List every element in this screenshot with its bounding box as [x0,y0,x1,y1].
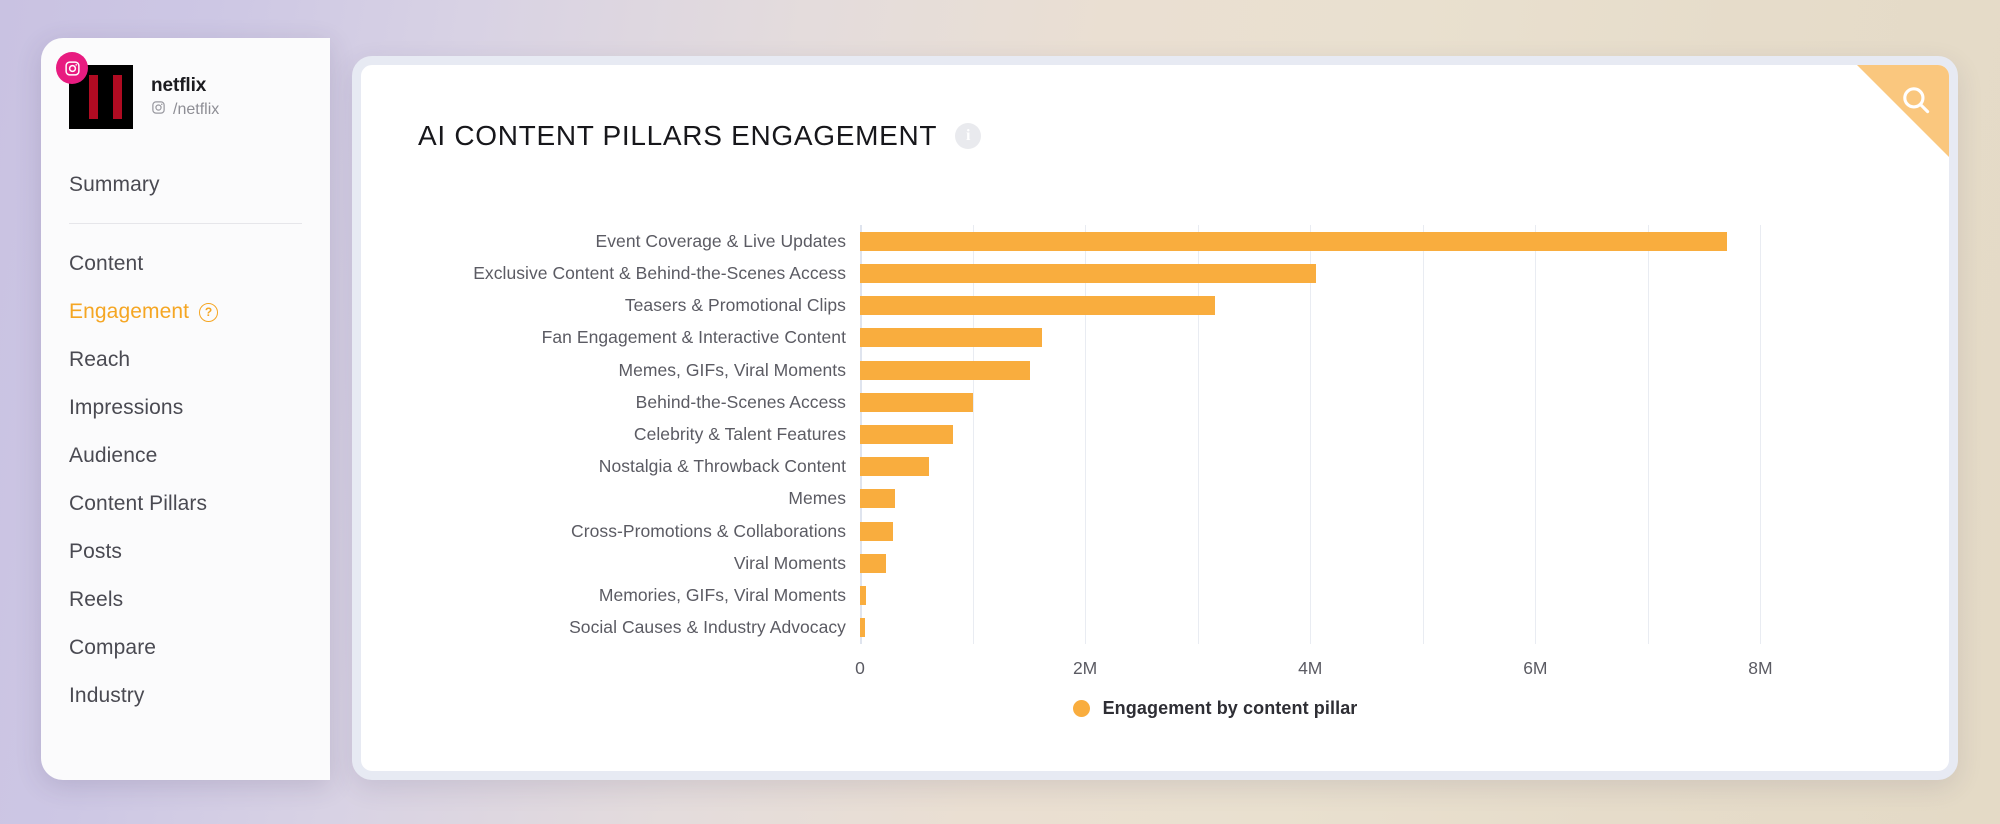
sidebar-item-content[interactable]: Content [41,240,330,288]
bar[interactable] [860,328,1043,348]
bar[interactable] [860,392,973,412]
sidebar: netflix /netflix Summary Content Engagemen… [41,38,330,780]
bar-chart: Event Coverage & Live Updates Exclusive C… [361,225,1949,719]
x-axis-tick-label: 4M [1298,658,1323,678]
sidebar-item-industry[interactable]: Industry [41,672,330,720]
y-axis-tick-label: Nostalgia & Throwback Content [598,456,846,477]
bar-row [860,515,1828,547]
card-header: AI CONTENT PILLARS ENGAGEMENT i [361,65,1949,152]
sidebar-item-reels[interactable]: Reels [41,576,330,624]
bar[interactable] [860,231,1727,251]
avatar [56,52,133,129]
bar[interactable] [860,296,1215,316]
sidebar-item-label: Reach [69,348,131,371]
x-axis-tick-label: 6M [1523,658,1548,678]
x-axis-tick-label: 8M [1748,658,1773,678]
profile-header: netflix /netflix [41,38,330,129]
x-axis: 0 2M 4M 6M 8M [855,644,1828,678]
y-axis-tick-label: Viral Moments [733,552,846,573]
bar-row [860,322,1828,354]
sidebar-item-label: Content Pillars [69,492,208,515]
bar-row [860,451,1828,483]
bar[interactable] [860,618,866,638]
sidebar-divider [69,223,302,224]
bar[interactable] [860,489,895,509]
sidebar-item-audience[interactable]: Audience [41,432,330,480]
info-icon[interactable]: i [955,123,982,149]
sidebar-item-label: Reels [69,588,124,611]
sidebar-item-summary[interactable]: Summary [41,161,330,209]
help-icon[interactable]: ? [199,302,219,322]
bar-row [860,483,1828,515]
bar[interactable] [860,521,893,541]
y-axis-tick-label: Memes, GIFs, Viral Moments [618,359,846,380]
bar-row [860,418,1828,450]
y-axis-tick-label: Fan Engagement & Interactive Content [541,327,846,348]
x-axis-tick-label: 0 [855,658,865,678]
plot-area [860,225,1828,644]
y-axis-tick-label: Exclusive Content & Behind-the-Scenes Ac… [473,262,846,283]
sidebar-item-label: Impressions [69,396,184,419]
legend-color-dot [1072,700,1090,717]
y-axis-tick-label: Celebrity & Talent Features [633,424,846,444]
y-axis-tick-label: Memes [788,488,846,509]
sidebar-item-engagement[interactable]: Engagement? [41,288,330,336]
bar[interactable] [860,360,1030,380]
sidebar-item-content-pillars[interactable]: Content Pillars [41,480,330,528]
search-button[interactable] [1857,65,1949,157]
bar[interactable] [860,425,954,444]
chart-card: AI CONTENT PILLARS ENGAGEMENT i Event Co… [352,56,1958,780]
instagram-small-icon [151,100,166,120]
y-axis-tick-label: Social Causes & Industry Advocacy [569,617,846,638]
sidebar-item-reach[interactable]: Reach [41,336,330,384]
sidebar-item-label: Industry [69,684,145,707]
page-title: AI CONTENT PILLARS ENGAGEMENT [418,120,938,151]
bar[interactable] [860,553,886,573]
x-axis-tick-label: 2M [1072,658,1098,678]
profile-handle-text: /netflix [173,101,220,119]
y-axis-labels: Event Coverage & Live Updates Exclusive C… [361,225,846,644]
sidebar-item-label: Summary [69,173,160,196]
bar-row [860,257,1828,289]
y-axis-tick-label: Behind-the-Scenes Access [635,391,846,412]
chart-legend: Engagement by content pillar [481,698,1949,719]
sidebar-item-label: Audience [69,444,158,467]
bar-row [860,386,1828,418]
bar[interactable] [860,457,929,477]
bar-row [860,547,1828,579]
sidebar-item-label: Compare [69,636,157,659]
bar-row [860,225,1828,257]
instagram-icon [56,52,88,84]
bar-row [860,354,1828,386]
bar-row [860,289,1828,321]
legend-label: Engagement by content pillar [1102,698,1358,718]
y-axis-tick-label: Memories, GIFs, Viral Moments [598,585,846,606]
sidebar-item-label: Engagement [69,300,190,323]
bar[interactable] [860,586,866,606]
bar-row [860,580,1828,612]
profile-handle: /netflix [151,100,219,120]
sidebar-nav: Summary Content Engagement? Reach Impression… [41,161,330,720]
y-axis-tick-label: Teasers & Promotional Clips [624,295,846,316]
bar-row [860,612,1828,644]
bar-series [860,225,1828,644]
profile-name: netflix [151,74,207,96]
sidebar-item-label: Posts [69,540,123,563]
sidebar-item-posts[interactable]: Posts [41,528,330,576]
sidebar-item-label: Content [69,252,144,275]
y-axis-tick-label: Cross-Promotions & Collaborations [571,520,846,541]
y-axis-tick-label: Event Coverage & Live Updates [595,230,846,251]
sidebar-item-impressions[interactable]: Impressions [41,384,330,432]
bar[interactable] [860,263,1316,283]
sidebar-item-compare[interactable]: Compare [41,624,330,672]
